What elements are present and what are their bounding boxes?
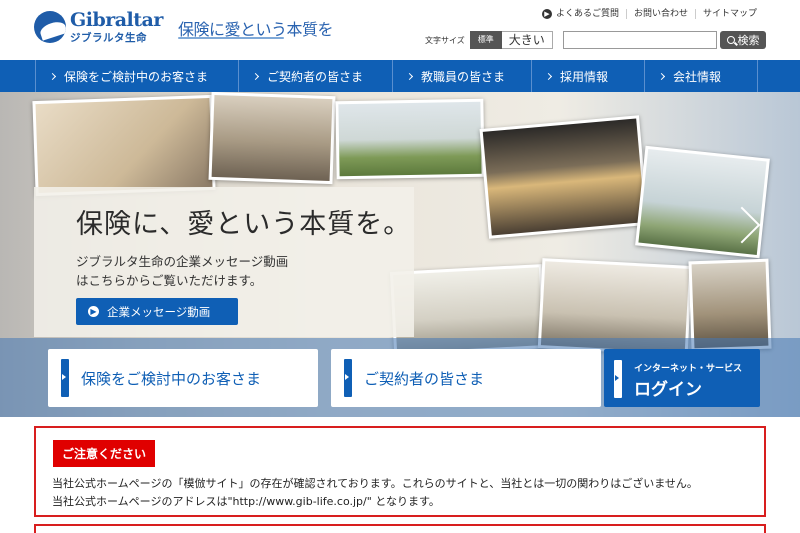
hero-description: ジブラルタ生命の企業メッセージ動画 はこちらからご覧いただけます。 bbox=[76, 254, 289, 288]
slider-next-arrow-icon[interactable] bbox=[727, 202, 755, 252]
logo-mark-icon bbox=[34, 11, 66, 44]
chevron-right-icon bbox=[657, 72, 666, 80]
card-prospect[interactable]: 保険をご検討中のお客さま bbox=[48, 349, 318, 407]
gibraltar-logo[interactable]: Gibraltar ジブラルタ生命 bbox=[34, 11, 163, 44]
hero-title: 保険に、愛という本質を。 bbox=[76, 209, 412, 240]
font-size-switcher: 文字サイズ 標準 大きい bbox=[425, 31, 553, 49]
caution-notice: ご注意ください 当社公式ホームページの「模倣サイト」の存在が確認されております。… bbox=[34, 426, 766, 517]
illustration-photo bbox=[335, 98, 485, 180]
arrow-right-icon: ▶ bbox=[541, 9, 552, 19]
site-header: Gibraltar ジブラルタ生命 保険に愛という本質を ▶ よくあるご質問 お… bbox=[0, 0, 800, 60]
login-label: ログイン bbox=[634, 380, 702, 400]
chevron-right-icon bbox=[251, 72, 260, 80]
illustration-photo bbox=[479, 115, 649, 239]
chevron-right-icon bbox=[544, 72, 553, 80]
nav-item-teachers[interactable]: 教職員の皆さま bbox=[392, 60, 531, 92]
illustration-photo bbox=[32, 94, 216, 197]
search-form: 検索 bbox=[563, 31, 766, 49]
global-nav: 保険をご検討中のお客さま ご契約者の皆さま 教職員の皆さま 採用情報 会社情報 bbox=[0, 60, 800, 92]
search-button[interactable]: 検索 bbox=[720, 31, 766, 49]
font-size-large-button[interactable]: 大きい bbox=[501, 31, 553, 49]
faq-link[interactable]: ▶ よくあるご質問 bbox=[535, 9, 626, 19]
login-button[interactable]: インターネット・サービス ログイン bbox=[604, 349, 760, 407]
utility-links: ▶ よくあるご質問 お問い合わせ サイトマップ bbox=[535, 9, 764, 19]
caution-title: ご注意ください bbox=[53, 440, 156, 467]
chevron-right-icon bbox=[405, 72, 414, 80]
caution-text-line1: 当社公式ホームページの「模倣サイト」の存在が確認されております。これらのサイトと… bbox=[52, 477, 698, 490]
caution-text-line2: 当社公式ホームページのアドレスは"http://www.gib-life.co.… bbox=[52, 495, 440, 508]
slogan-underline bbox=[178, 37, 284, 39]
arrow-right-icon: ▶ bbox=[88, 306, 99, 317]
arrow-right-icon bbox=[344, 359, 352, 397]
search-input[interactable] bbox=[563, 31, 717, 49]
nav-item-prospect[interactable]: 保険をご検討中のお客さま bbox=[35, 60, 238, 92]
logo-text-ja: ジブラルタ生命 bbox=[70, 32, 147, 44]
arrow-right-icon bbox=[61, 359, 69, 397]
nav-item-company[interactable]: 会社情報 bbox=[644, 60, 758, 92]
corporate-video-button[interactable]: ▶ 企業メッセージ動画 bbox=[76, 298, 238, 325]
arrow-right-icon bbox=[614, 360, 622, 398]
nav-item-contractor[interactable]: ご契約者の皆さま bbox=[238, 60, 392, 92]
logo-text-en: Gibraltar bbox=[70, 9, 163, 31]
font-size-label: 文字サイズ bbox=[425, 35, 465, 45]
contact-link[interactable]: お問い合わせ bbox=[625, 9, 695, 19]
login-subtitle: インターネット・サービス bbox=[634, 364, 743, 374]
card-contractor[interactable]: ご契約者の皆さま bbox=[331, 349, 601, 407]
chevron-right-icon bbox=[48, 72, 57, 80]
sitemap-link[interactable]: サイトマップ bbox=[694, 9, 764, 19]
illustration-photo bbox=[208, 92, 336, 185]
search-icon bbox=[726, 36, 735, 44]
page: Gibraltar ジブラルタ生命 保険に愛という本質を ▶ よくあるご質問 お… bbox=[0, 0, 800, 533]
secondary-notice-box bbox=[34, 524, 766, 533]
font-size-normal-button[interactable]: 標準 bbox=[469, 31, 502, 49]
nav-item-recruit[interactable]: 採用情報 bbox=[531, 60, 644, 92]
